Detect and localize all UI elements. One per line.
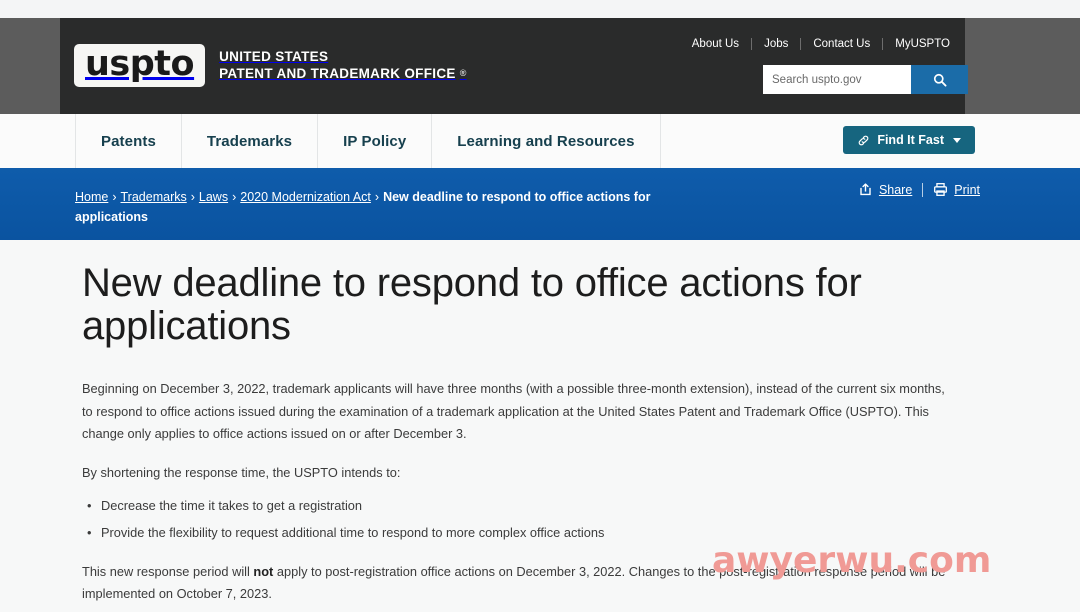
printer-icon bbox=[934, 183, 948, 196]
registered-trademark-icon: ® bbox=[459, 68, 467, 79]
share-link[interactable]: Share bbox=[858, 182, 912, 197]
nav-item-ip-policy[interactable]: IP Policy bbox=[317, 114, 431, 168]
uspto-logo-wordmark: uspto bbox=[85, 44, 195, 84]
nav-item-trademarks[interactable]: Trademarks bbox=[180, 114, 317, 168]
uspto-page: uspto UNITED STATES PATENT AND TRADEMARK… bbox=[0, 0, 1080, 612]
find-it-fast-label: Find It Fast bbox=[877, 133, 944, 147]
org-line-1: UNITED STATES bbox=[219, 48, 329, 64]
breadcrumb-separator: › bbox=[232, 190, 237, 204]
breadcrumb-bar: Home › Trademarks › Laws › 2020 Modernization … bbox=[0, 168, 1080, 240]
breadcrumb: Home › Trademarks › Laws › 2020 Modernization … bbox=[75, 187, 715, 228]
uspto-logo[interactable]: uspto UNITED STATES PATENT AND TRADEMARK… bbox=[74, 44, 467, 87]
uspto-logo-mark: uspto bbox=[74, 44, 206, 87]
link-icon bbox=[859, 135, 869, 145]
print-label: Print bbox=[954, 182, 980, 197]
share-label: Share bbox=[878, 182, 913, 197]
chevron-down-icon bbox=[953, 137, 961, 143]
find-it-fast-button[interactable]: Find It Fast bbox=[843, 126, 975, 154]
utility-nav: About Us Jobs Contact Us MyUSPTO bbox=[680, 38, 962, 50]
uspto-org-name: UNITED STATES PATENT AND TRADEMARK OFFIC… bbox=[219, 49, 467, 83]
list-item: Decrease the time it takes to get a regi… bbox=[87, 495, 950, 518]
breadcrumb-link-home[interactable]: Home bbox=[75, 190, 108, 204]
paragraph-3-emphasis: not bbox=[253, 563, 274, 579]
page-content: New deadline to respond to office action… bbox=[0, 240, 1080, 612]
page-actions: Share Print bbox=[858, 182, 980, 197]
paragraph-2: By shortening the response time, the USP… bbox=[82, 465, 401, 481]
page-title: New deadline to respond to office action… bbox=[82, 261, 862, 349]
share-icon bbox=[860, 183, 871, 196]
list-item: Provide the flexibility to request addit… bbox=[87, 522, 950, 545]
utility-link-contact-us[interactable]: Contact Us bbox=[801, 38, 882, 50]
article-body: Beginning on December 3, 2022, trademark… bbox=[82, 378, 950, 612]
paragraph-3: This new response period will not apply … bbox=[82, 561, 950, 606]
paragraph-1: Beginning on December 3, 2022, trademark… bbox=[82, 381, 945, 441]
breadcrumb-link-trademarks[interactable]: Trademarks bbox=[121, 190, 187, 204]
utility-link-about-us[interactable]: About Us bbox=[680, 38, 751, 50]
action-divider bbox=[922, 182, 924, 197]
org-line-2: PATENT AND TRADEMARK OFFICE bbox=[219, 65, 456, 81]
benefits-list: Decrease the time it takes to get a regi… bbox=[82, 495, 950, 544]
breadcrumb-separator: › bbox=[190, 190, 195, 204]
utility-link-myuspto[interactable]: MyUSPTO bbox=[883, 38, 962, 50]
breadcrumb-separator: › bbox=[374, 190, 380, 204]
site-search bbox=[763, 65, 968, 94]
breadcrumb-separator: › bbox=[112, 190, 117, 204]
browser-top-strip bbox=[0, 0, 1080, 18]
breadcrumb-link-laws[interactable]: Laws bbox=[199, 190, 228, 204]
print-link[interactable]: Print bbox=[933, 182, 980, 197]
paragraph-3-text-before: This new response period will bbox=[82, 563, 254, 579]
utility-link-jobs[interactable]: Jobs bbox=[752, 38, 800, 50]
nav-left-spacer bbox=[0, 114, 75, 168]
search-button[interactable] bbox=[911, 65, 968, 94]
search-input[interactable] bbox=[763, 65, 911, 94]
search-icon bbox=[933, 73, 947, 87]
nav-item-learning-and-resources[interactable]: Learning and Resources bbox=[431, 114, 661, 168]
nav-item-patents[interactable]: Patents bbox=[75, 114, 181, 168]
breadcrumb-link-2020-modernization-act[interactable]: 2020 Modernization Act bbox=[240, 190, 371, 204]
